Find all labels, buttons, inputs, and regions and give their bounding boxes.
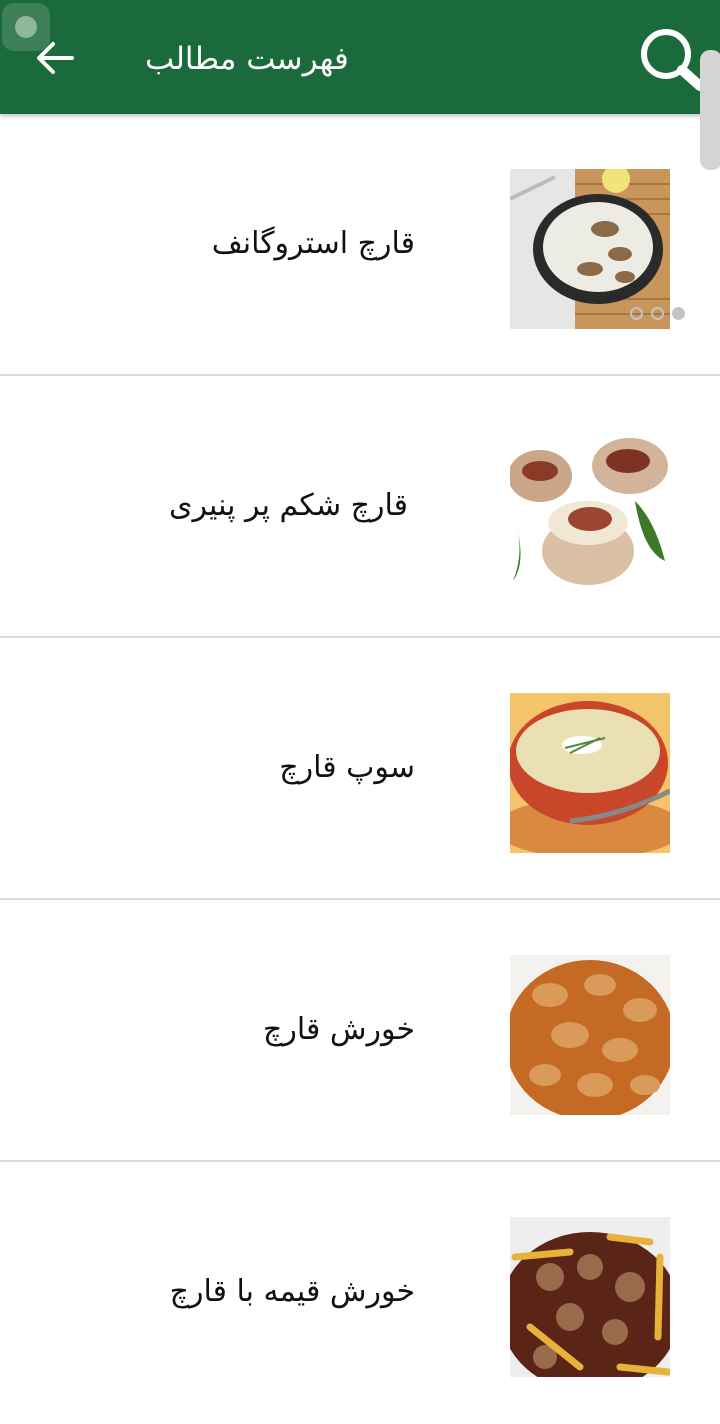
item-label: خورش قیمه با قارچ bbox=[169, 1274, 415, 1309]
arrow-left-icon bbox=[37, 42, 74, 74]
scrollbar-handle[interactable] bbox=[700, 50, 720, 170]
item-label: قارچ شکم پر پنیری bbox=[168, 488, 408, 523]
list-item[interactable]: قارچ شکم پر پنیری bbox=[0, 376, 720, 638]
mushroom-stew-photo bbox=[510, 955, 670, 1115]
item-label: خورش قارچ bbox=[262, 1012, 415, 1047]
mushroom-stroganoff-photo bbox=[510, 169, 670, 329]
item-label: سوپ قارچ bbox=[279, 750, 415, 785]
list-item[interactable]: خورش قیمه با قارچ bbox=[0, 1162, 720, 1424]
list-item[interactable]: خورش قارچ bbox=[0, 900, 720, 1162]
search-button[interactable] bbox=[636, 24, 708, 96]
stuffed-mushroom-photo bbox=[510, 431, 670, 591]
item-label: قارچ استروگانف bbox=[211, 226, 415, 261]
page-title: فهرست مطالب bbox=[145, 41, 349, 77]
gheymeh-stew-photo bbox=[510, 1217, 670, 1377]
recipe-list: قارچ استروگانف قارچ شکم پر پنیری سوپ قار… bbox=[0, 114, 720, 1424]
app-bar: فهرست مطالب bbox=[0, 0, 720, 114]
search-icon bbox=[641, 29, 705, 91]
list-item[interactable]: سوپ قارچ bbox=[0, 638, 720, 900]
mushroom-soup-photo bbox=[510, 693, 670, 853]
back-button[interactable] bbox=[30, 35, 80, 81]
image-pager-dots bbox=[630, 307, 685, 320]
list-item[interactable]: قارچ استروگانف bbox=[0, 114, 720, 376]
